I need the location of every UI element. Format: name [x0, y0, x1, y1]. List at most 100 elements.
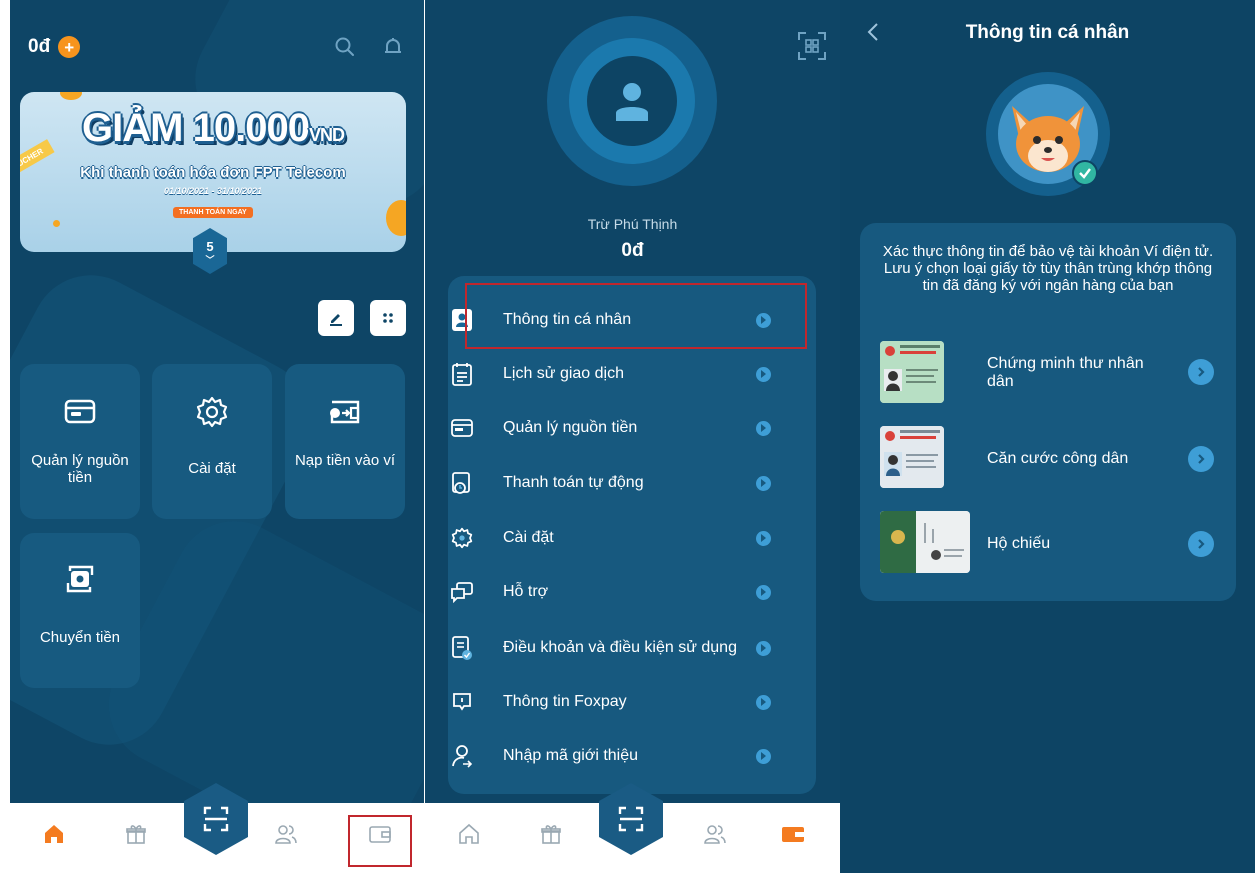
- promo-banner[interactable]: UCHER GIẢM 10.000VND Khi thanh toán hóa …: [20, 92, 406, 252]
- nav-contacts[interactable]: [701, 820, 729, 848]
- banner-dates: 01/10/2021 - 31/10/2021: [163, 186, 263, 196]
- calendar-list-icon: [452, 363, 472, 386]
- menu-label: Cài đặt: [503, 529, 554, 546]
- user-icon: [616, 83, 648, 121]
- personal-info-screen: Thông tin cá nhân Xác thực thông tin để …: [840, 0, 1255, 873]
- menu-item-referral-code[interactable]: Nhập mã giới thiệu: [449, 734, 785, 778]
- bell-icon[interactable]: [382, 36, 404, 58]
- coin-decoration: [60, 92, 82, 100]
- id-verification-panel: Xác thực thông tin để bảo vệ tài khoản V…: [860, 223, 1236, 601]
- chevron-right-icon: [756, 694, 771, 710]
- profile-name: Trừ Phú Thịnh: [587, 216, 678, 232]
- wallet-card-icon: [64, 399, 96, 424]
- chevron-right-icon: [1188, 359, 1214, 385]
- menu-label: Thông tin Foxpay: [503, 693, 627, 710]
- terms-doc-icon: [452, 636, 472, 660]
- scan-icon: [203, 806, 229, 832]
- tile-transfer[interactable]: Chuyển tiền: [20, 533, 140, 688]
- menu-label: Hỗ trợ: [503, 583, 549, 600]
- banner-subtitle: Khi thanh toán hóa đơn FPT Telecom: [80, 164, 346, 181]
- page-title: Thông tin cá nhân: [965, 22, 1130, 43]
- auto-pay-icon: [452, 472, 470, 494]
- tile-manage-funds[interactable]: Quản lý nguồn tiền: [20, 364, 140, 519]
- id-option-passport[interactable]: Hộ chiếu: [880, 511, 1220, 575]
- highlight-box: [465, 283, 807, 349]
- wallet-icon: [782, 827, 804, 842]
- id-card-thumbnail: [880, 341, 944, 403]
- menu-label: Quản lý nguồn tiền: [503, 419, 638, 436]
- tile-label: Chuyển tiền: [39, 629, 121, 646]
- verification-intro: Xác thực thông tin để bảo vệ tài khoản V…: [882, 243, 1214, 294]
- nav-wallet[interactable]: [366, 820, 394, 848]
- dots-grid-icon: [383, 313, 393, 323]
- verified-check-icon: [1072, 160, 1098, 186]
- banner-cta-button[interactable]: THANH TOÁN NGAY: [173, 207, 253, 218]
- menu-label: Lịch sử giao dịch: [503, 365, 624, 382]
- nav-gift[interactable]: [537, 820, 565, 848]
- pencil-icon: [330, 314, 342, 326]
- balance-amount: 0đ: [28, 36, 51, 57]
- menu-label: Thanh toán tự động: [503, 474, 644, 491]
- nav-gift[interactable]: [122, 820, 150, 848]
- chevron-right-icon: [756, 475, 771, 491]
- menu-item-settings[interactable]: Cài đặt: [449, 516, 785, 560]
- tile-settings[interactable]: Cài đặt: [152, 364, 272, 519]
- tile-topup[interactable]: Nạp tiền vào ví: [285, 364, 405, 519]
- id-option-citizen-identity[interactable]: Căn cước công dân: [880, 426, 1220, 490]
- chevron-right-icon: [756, 530, 771, 546]
- menu-item-support[interactable]: Hỗ trợ: [449, 570, 785, 614]
- transfer-icon: [66, 565, 94, 593]
- id-card-thumbnail: [880, 426, 944, 488]
- add-money-button[interactable]: +: [58, 36, 81, 58]
- gift-icon: [541, 825, 561, 844]
- qr-code-icon[interactable]: [796, 30, 828, 62]
- chevron-right-icon: [756, 584, 771, 600]
- nav-home[interactable]: [455, 820, 483, 848]
- grid-view-button[interactable]: [370, 300, 406, 336]
- menu-label: Nhập mã giới thiệu: [503, 747, 639, 764]
- gift-icon: [126, 825, 146, 844]
- avatar[interactable]: [587, 56, 677, 146]
- wallet-card-icon: [451, 419, 473, 437]
- id-option-label: Hộ chiếu: [987, 535, 1051, 552]
- menu-item-foxpay-info[interactable]: Thông tin Foxpay: [449, 680, 785, 724]
- page-count: 5: [206, 238, 214, 254]
- chevron-right-icon: [1188, 446, 1214, 472]
- nav-home[interactable]: [40, 820, 68, 848]
- menu-label: Điều khoản và điều kiện sử dụng: [503, 639, 737, 656]
- chevron-right-icon: [1188, 531, 1214, 557]
- banner-headline: GIẢM 10.000VND: [82, 106, 345, 150]
- tile-label: Quản lý nguồn tiền: [31, 452, 129, 486]
- chevron-right-icon: [756, 366, 771, 382]
- wallet-icon: [369, 826, 391, 843]
- chevron-right-icon: [756, 748, 771, 764]
- gear-icon: [196, 396, 228, 428]
- nav-wallet[interactable]: [779, 820, 807, 848]
- menu-item-manage-funds[interactable]: Quản lý nguồn tiền: [449, 406, 785, 450]
- id-option-label: Căn cước công dân: [987, 450, 1129, 467]
- id-option-citizen-id-card[interactable]: Chứng minh thư nhân dân: [880, 341, 1220, 405]
- chevron-right-icon: [756, 420, 771, 436]
- id-option-label: Chứng minh thư nhân dân: [987, 355, 1144, 390]
- info-icon: [453, 693, 471, 711]
- home-icon: [459, 823, 479, 844]
- menu-item-auto-payment[interactable]: Thanh toán tự động: [449, 461, 785, 505]
- coin-decoration: [386, 200, 406, 236]
- tile-label: Cài đặt: [188, 460, 236, 477]
- profile-balance: 0đ: [621, 240, 644, 261]
- chevron-down-icon: ﹀: [205, 254, 215, 265]
- chevron-right-icon: [756, 640, 771, 656]
- nav-contacts[interactable]: [272, 820, 300, 848]
- coin-decoration: [53, 220, 60, 227]
- passport-thumbnail: [880, 511, 970, 573]
- topup-icon: [330, 400, 360, 424]
- support-chat-icon: [451, 582, 473, 603]
- menu-item-transaction-history[interactable]: Lịch sử giao dịch: [449, 352, 785, 396]
- gear-icon: [451, 527, 473, 549]
- edit-button[interactable]: [318, 300, 354, 336]
- people-icon: [704, 825, 726, 844]
- people-icon: [275, 825, 297, 844]
- wallet-balance: 0đ +: [28, 36, 81, 58]
- menu-item-terms[interactable]: Điều khoản và điều kiện sử dụng: [449, 626, 785, 670]
- search-icon[interactable]: [334, 36, 356, 58]
